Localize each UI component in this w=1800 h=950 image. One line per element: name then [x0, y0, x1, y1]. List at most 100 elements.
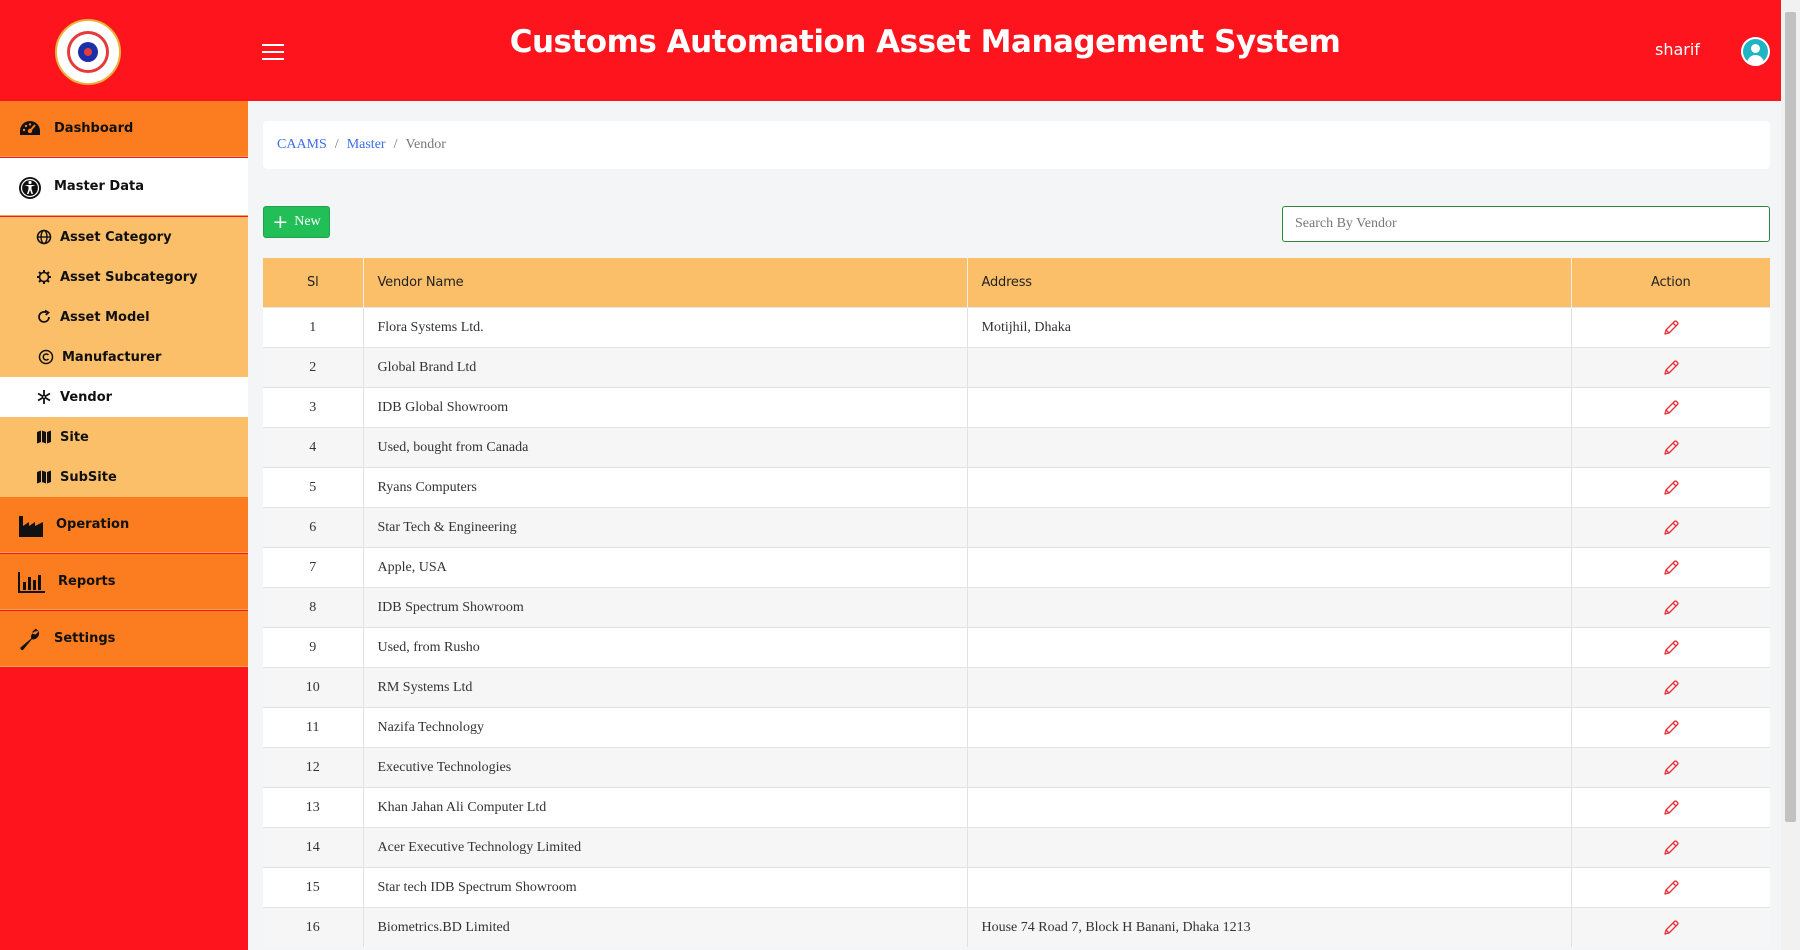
sidebar-item-label: Asset Model — [60, 309, 150, 325]
cell-address — [967, 747, 1572, 788]
pencil-icon[interactable] — [1662, 879, 1680, 897]
column-header-action: Action — [1571, 258, 1770, 308]
table-row: 5 Ryans Computers — [263, 467, 1770, 508]
sidebar-item-label: Operation — [56, 517, 130, 532]
sidebar-item-asset-category[interactable]: Asset Category — [0, 217, 248, 257]
refresh-icon — [36, 309, 52, 325]
cell-address — [967, 507, 1572, 548]
sidebar-item-subsite[interactable]: SubSite — [0, 457, 248, 497]
cell-sl: 9 — [263, 627, 364, 668]
breadcrumb-caams[interactable]: CAAMS — [277, 137, 327, 152]
scrollbar-thumb[interactable] — [1785, 12, 1796, 822]
cell-address — [967, 627, 1572, 668]
cell-address — [967, 827, 1572, 868]
cell-vendor-name: Star tech IDB Spectrum Showroom — [363, 867, 968, 908]
search-vendor-input[interactable] — [1282, 206, 1770, 242]
dashboard-icon — [18, 118, 42, 140]
sidebar-item-site[interactable]: Site — [0, 417, 248, 457]
sidebar-item-asset-model[interactable]: Asset Model — [0, 297, 248, 337]
breadcrumb-master[interactable]: Master — [347, 137, 386, 152]
cell-address — [967, 667, 1572, 708]
pencil-icon[interactable] — [1662, 399, 1680, 417]
pencil-icon[interactable] — [1662, 319, 1680, 337]
sidebar-item-dashboard[interactable]: Dashboard — [0, 101, 248, 157]
cell-sl: 8 — [263, 587, 364, 628]
cell-vendor-name: Global Brand Ltd — [363, 347, 968, 388]
sidebar-item-operation[interactable]: Operation — [0, 497, 248, 553]
table-row: 7 Apple, USA — [263, 547, 1770, 588]
pencil-icon[interactable] — [1662, 719, 1680, 737]
sidebar-item-label: Dashboard — [54, 121, 134, 136]
cell-address — [967, 547, 1572, 588]
pencil-icon[interactable] — [1662, 439, 1680, 457]
table-header-row: Sl Vendor Name Address Action — [263, 258, 1770, 308]
cell-vendor-name: Used, bought from Canada — [363, 427, 968, 468]
pencil-icon[interactable] — [1662, 599, 1680, 617]
cell-action — [1571, 707, 1770, 748]
cell-action — [1571, 907, 1770, 947]
copyright-icon — [38, 349, 54, 365]
cell-sl: 13 — [263, 787, 364, 828]
plus-icon: + — [272, 210, 289, 233]
cell-address — [967, 707, 1572, 748]
sidebar-item-manufacturer[interactable]: Manufacturer — [0, 337, 248, 377]
cell-action — [1571, 667, 1770, 708]
pencil-icon[interactable] — [1662, 519, 1680, 537]
cell-vendor-name: RM Systems Ltd — [363, 667, 968, 708]
cell-address: House 74 Road 7, Block H Banani, Dhaka 1… — [967, 907, 1572, 947]
cell-sl: 15 — [263, 867, 364, 908]
table-row: 13 Khan Jahan Ali Computer Ltd — [263, 787, 1770, 828]
cell-sl: 6 — [263, 507, 364, 548]
cell-sl: 12 — [263, 747, 364, 788]
pencil-icon[interactable] — [1662, 559, 1680, 577]
sidebar-item-reports[interactable]: Reports — [0, 554, 248, 610]
pencil-icon[interactable] — [1662, 799, 1680, 817]
pencil-icon[interactable] — [1662, 919, 1680, 937]
cell-action — [1571, 587, 1770, 628]
cell-address: Motijhil, Dhaka — [967, 307, 1572, 348]
pencil-icon[interactable] — [1662, 479, 1680, 497]
cell-vendor-name: Executive Technologies — [363, 747, 968, 788]
cell-action — [1571, 547, 1770, 588]
table-row: 6 Star Tech & Engineering — [263, 507, 1770, 548]
cell-sl: 5 — [263, 467, 364, 508]
map-icon — [36, 429, 52, 445]
cell-action — [1571, 347, 1770, 388]
user-name[interactable]: sharif — [1655, 40, 1700, 59]
column-header-address: Address — [967, 258, 1572, 308]
cell-address — [967, 427, 1572, 468]
new-vendor-button[interactable]: + New — [263, 206, 330, 238]
page-scrollbar[interactable] — [1781, 0, 1800, 950]
sidebar-item-label: Manufacturer — [62, 349, 162, 365]
cell-address — [967, 467, 1572, 508]
sidebar-item-label: Master Data — [54, 179, 144, 194]
table-row: 4 Used, bought from Canada — [263, 427, 1770, 468]
table-row: 12 Executive Technologies — [263, 747, 1770, 788]
gear-icon — [36, 269, 52, 285]
map-icon — [36, 469, 52, 485]
table-row: 16 Biometrics.BD Limited House 74 Road 7, … — [263, 907, 1770, 947]
cell-sl: 4 — [263, 427, 364, 468]
pencil-icon[interactable] — [1662, 359, 1680, 377]
cell-sl: 11 — [263, 707, 364, 748]
cell-address — [967, 347, 1572, 388]
sidebar-item-label: Asset Category — [60, 229, 172, 245]
user-avatar-icon[interactable] — [1741, 37, 1770, 66]
new-button-label: New — [294, 214, 321, 229]
wrench-icon — [18, 628, 42, 650]
sidebar-item-vendor[interactable]: Vendor — [0, 377, 248, 417]
pencil-icon[interactable] — [1662, 839, 1680, 857]
pencil-icon[interactable] — [1662, 679, 1680, 697]
cell-sl: 7 — [263, 547, 364, 588]
cell-vendor-name: Flora Systems Ltd. — [363, 307, 968, 348]
pencil-icon[interactable] — [1662, 639, 1680, 657]
cell-vendor-name: Ryans Computers — [363, 467, 968, 508]
cell-sl: 1 — [263, 307, 364, 348]
sidebar-item-settings[interactable]: Settings — [0, 611, 248, 667]
cell-vendor-name: Star Tech & Engineering — [363, 507, 968, 548]
cell-vendor-name: Khan Jahan Ali Computer Ltd — [363, 787, 968, 828]
sidebar-item-asset-subcategory[interactable]: Asset Subcategory — [0, 257, 248, 297]
sidebar-item-label: SubSite — [60, 469, 117, 485]
sidebar-item-master-data[interactable]: Master Data — [0, 158, 248, 216]
pencil-icon[interactable] — [1662, 759, 1680, 777]
